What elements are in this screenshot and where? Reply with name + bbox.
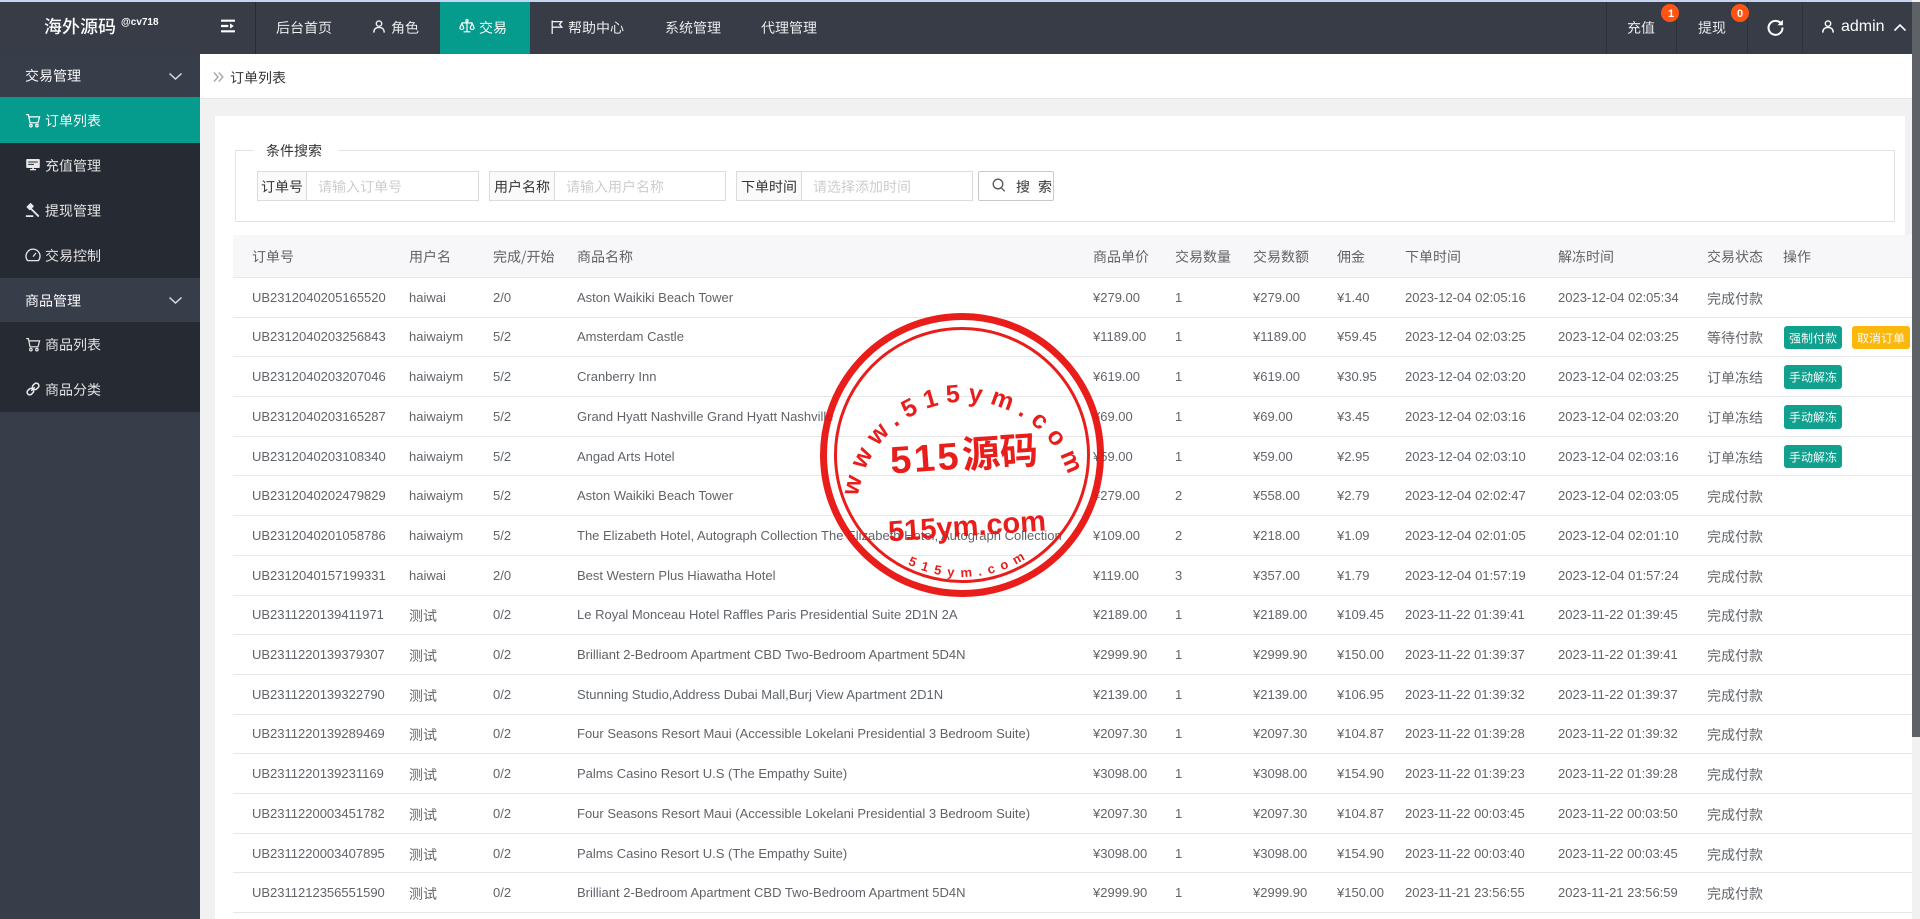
svg-text:515ym.com: 515ym.com: [906, 545, 1034, 584]
svg-text:515ym.com: 515ym.com: [887, 505, 1047, 548]
svg-text:www.515ym.com: www.515ym.com: [829, 371, 1093, 501]
svg-text:515: 515: [889, 436, 963, 483]
